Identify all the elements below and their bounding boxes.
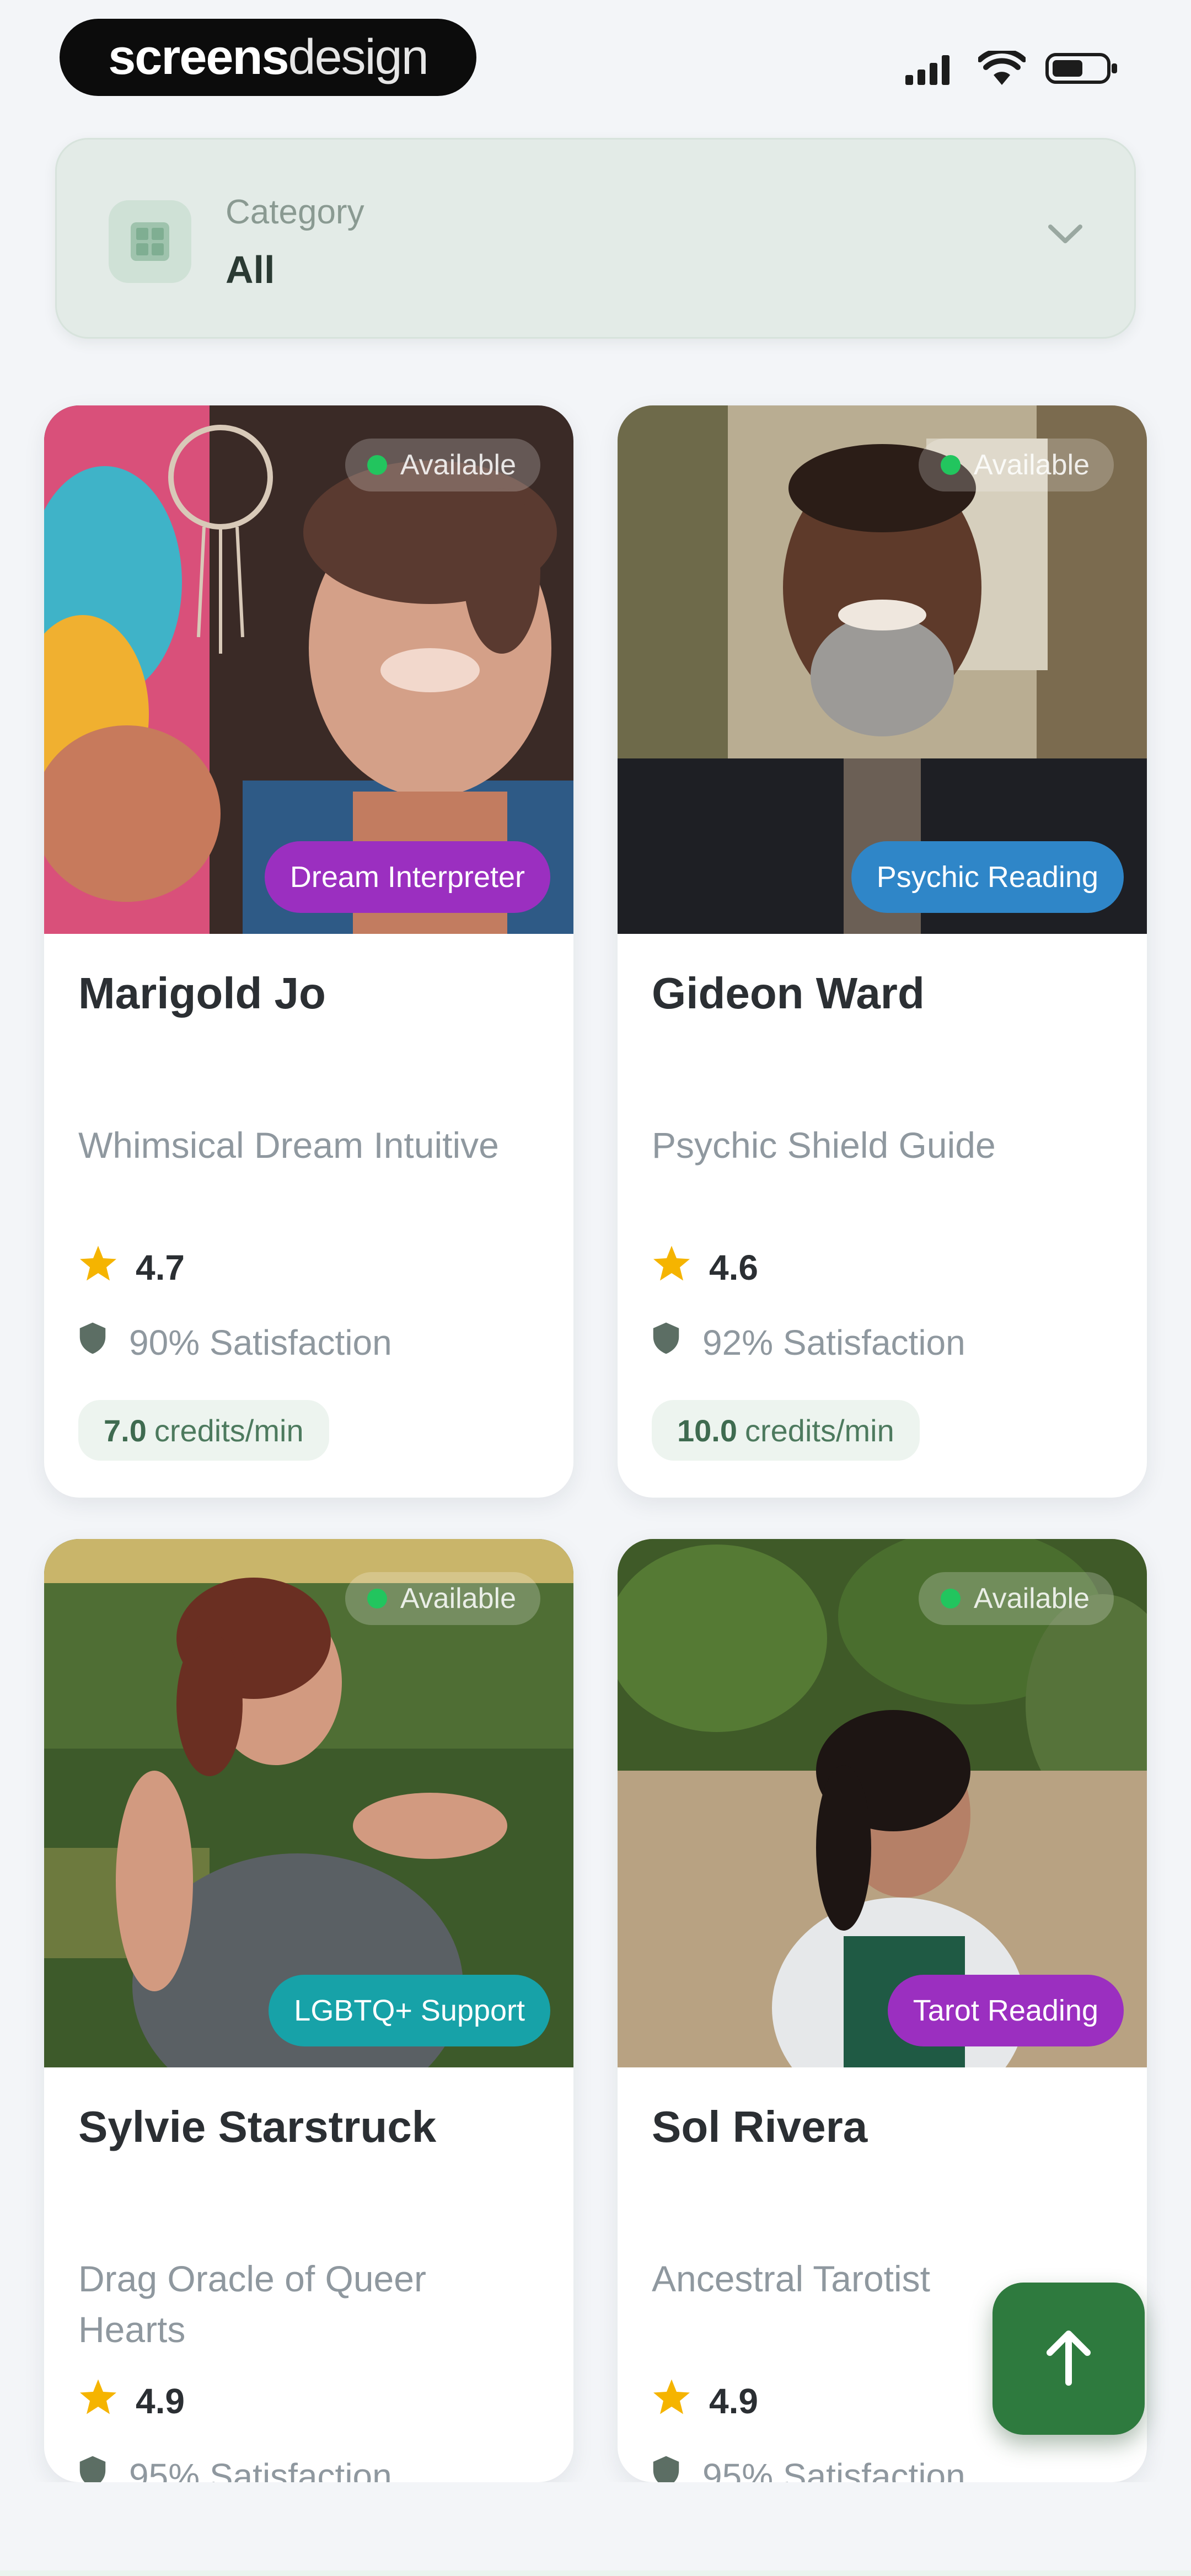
credits-unit: credits/min [154, 1413, 304, 1448]
advisor-card[interactable]: Available LGBTQ+ Support Sylvie Starstru… [44, 1539, 573, 2482]
advisor-name: Sylvie Starstruck [78, 2102, 437, 2151]
advisor-card[interactable]: Available Psychic Reading Gideon Ward Ps… [618, 405, 1147, 1498]
brand-logo-part2: design [288, 29, 429, 85]
rating-value: 4.9 [709, 2381, 758, 2421]
bottom-area [0, 2482, 1191, 2576]
credits-value: 10.0 [677, 1413, 737, 1448]
available-dot-icon [367, 1589, 387, 1608]
credits-value: 7.0 [104, 1413, 147, 1448]
brand-logo-part1: screens [108, 29, 289, 85]
advisor-rating: 4.7 [78, 1244, 185, 1291]
advisor-rating: 4.6 [652, 1244, 758, 1291]
available-dot-icon [367, 455, 387, 475]
arrow-up-icon [1041, 2327, 1096, 2391]
availability-badge: Available [345, 1572, 540, 1625]
available-dot-icon [940, 455, 961, 475]
satisfaction-text: 95% Satisfaction [129, 2456, 392, 2483]
availability-text: Available [973, 1583, 1090, 1615]
advisor-satisfaction: 90% Satisfaction [78, 1321, 392, 1364]
status-icons [905, 46, 1119, 90]
star-icon [78, 1244, 118, 1291]
star-icon [78, 2377, 118, 2424]
availability-text: Available [400, 1583, 516, 1615]
availability-text: Available [400, 449, 516, 481]
advisor-rating: 4.9 [78, 2377, 185, 2424]
credits-badge: 10.0 credits/min [652, 1400, 920, 1461]
advisor-subtitle: Psychic Shield Guide [652, 1125, 996, 1166]
advisor-name: Marigold Jo [78, 969, 326, 1018]
category-label: Category [226, 193, 364, 231]
chevron-down-icon[interactable] [1046, 222, 1085, 249]
advisor-photo: Available Dream Interpreter [44, 405, 573, 934]
satisfaction-text: 90% Satisfaction [129, 1322, 392, 1362]
advisor-name: Gideon Ward [652, 969, 925, 1018]
credits-badge: 7.0 credits/min [78, 1400, 329, 1461]
shield-icon [652, 1321, 680, 1364]
brand-logo: screens design [60, 19, 476, 96]
advisor-photo: Available Tarot Reading [618, 1539, 1147, 2067]
advisor-subtitle: Drag Oracle of Queer Hearts [78, 2258, 426, 2350]
star-icon [652, 1244, 691, 1291]
star-icon [652, 2377, 691, 2424]
available-dot-icon [940, 1589, 961, 1608]
shield-icon [652, 2455, 680, 2482]
category-value: All [226, 248, 275, 291]
rating-value: 4.9 [136, 2381, 185, 2421]
availability-text: Available [973, 449, 1090, 481]
availability-badge: Available [918, 1572, 1114, 1625]
specialty-tag: LGBTQ+ Support [269, 1975, 550, 2046]
availability-badge: Available [918, 439, 1114, 491]
rating-value: 4.7 [136, 1247, 185, 1287]
shield-icon [78, 1321, 107, 1364]
advisor-photo: Available LGBTQ+ Support [44, 1539, 573, 2067]
bottom-edge-divider [0, 2570, 1191, 2576]
advisor-rating: 4.9 [652, 2377, 758, 2424]
advisor-satisfaction: 95% Satisfaction [652, 2455, 965, 2482]
advisor-satisfaction: 95% Satisfaction [78, 2455, 392, 2482]
specialty-tag: Tarot Reading [887, 1975, 1124, 2046]
shield-icon [78, 2455, 107, 2482]
availability-badge: Available [345, 439, 540, 491]
advisor-card[interactable]: Available Dream Interpreter Marigold Jo … [44, 405, 573, 1498]
advisor-subtitle: Whimsical Dream Intuitive [78, 1125, 499, 1166]
credits-unit: credits/min [745, 1413, 894, 1448]
advisor-name: Sol Rivera [652, 2102, 868, 2151]
specialty-tag: Psychic Reading [851, 841, 1124, 913]
category-dropdown[interactable]: Category All [55, 138, 1136, 339]
scroll-to-top-button[interactable] [993, 2283, 1145, 2435]
wifi-icon [978, 51, 1026, 86]
advisor-satisfaction: 92% Satisfaction [652, 1321, 965, 1364]
satisfaction-text: 95% Satisfaction [702, 2456, 965, 2483]
advisor-photo: Available Psychic Reading [618, 405, 1147, 934]
battery-icon [1045, 51, 1119, 85]
satisfaction-text: 92% Satisfaction [702, 1322, 965, 1362]
rating-value: 4.6 [709, 1247, 758, 1287]
signal-bars-icon [905, 52, 958, 85]
specialty-tag: Dream Interpreter [264, 841, 550, 913]
grid-icon [109, 200, 191, 283]
